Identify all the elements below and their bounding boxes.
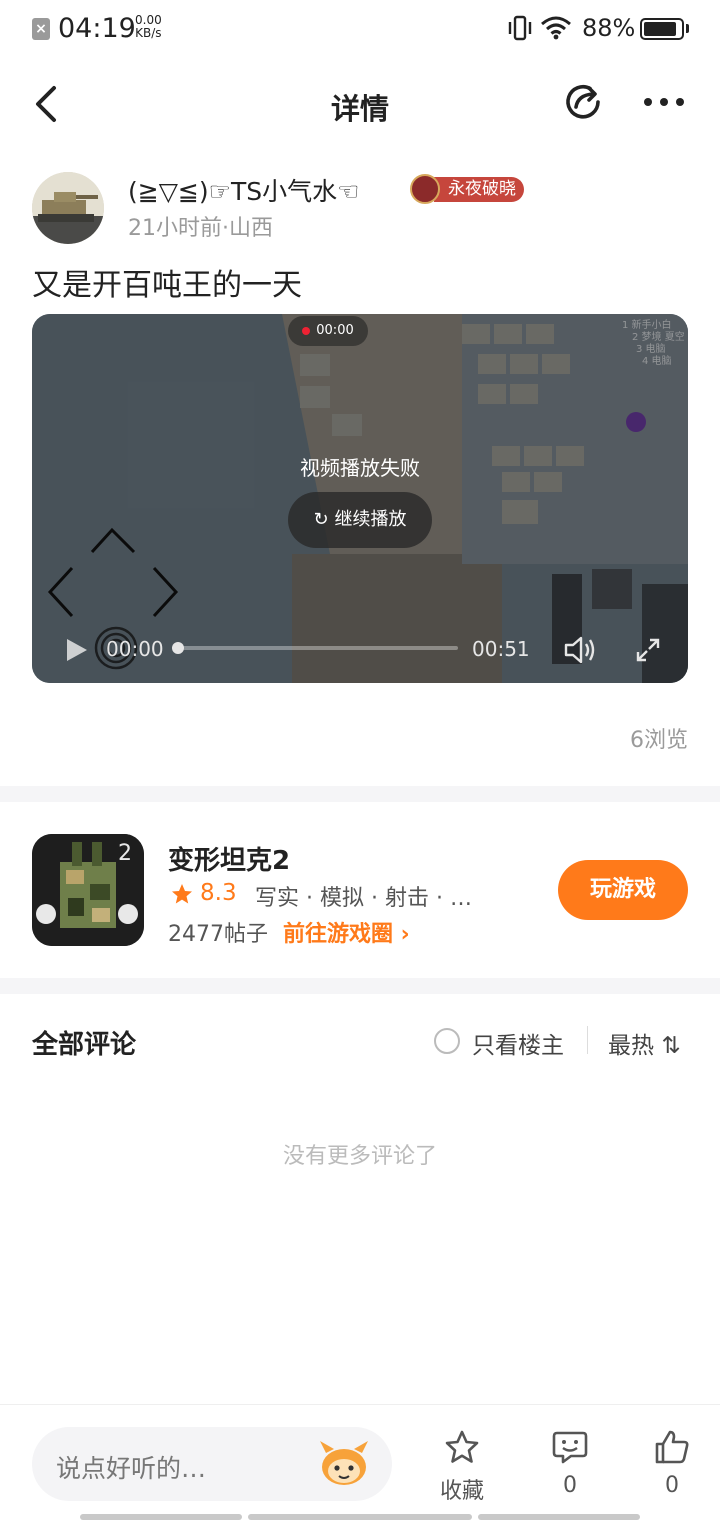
game-name[interactable]: 变形坦克2	[168, 840, 290, 877]
bottom-action-bar: 说点好听的… 收藏 0 0	[0, 1404, 720, 1520]
video-current-time: 00:00	[106, 637, 164, 661]
play-game-button[interactable]: 玩游戏	[558, 860, 688, 920]
battery-tip	[686, 24, 689, 33]
badge-label: 永夜破晓	[434, 177, 524, 202]
comment-count: 0	[563, 1473, 577, 1498]
battery-percent: 88%	[582, 14, 636, 42]
vibrate-icon	[508, 15, 532, 41]
tank-avatar-image	[32, 172, 104, 244]
video-player[interactable]: 1 新手小白 2 梦境 夏空 3 电脑 4 电脑 00:00 视频播放失败 ↻ 继…	[32, 314, 688, 683]
sort-label: 最热	[608, 1033, 654, 1059]
go-to-game-circle-link[interactable]: 前往游戏圈 ›	[283, 916, 410, 948]
retry-play-button[interactable]: ↻ 继续播放	[288, 492, 432, 548]
thumbs-up-icon	[655, 1430, 689, 1464]
avatar[interactable]	[32, 172, 104, 244]
comments-title: 全部评论	[32, 1030, 137, 1060]
comment-bubble-icon	[552, 1431, 588, 1464]
post-meta: 21小时前·山西	[128, 216, 273, 241]
svg-text:2: 2	[118, 841, 132, 866]
record-dot-icon	[302, 326, 311, 335]
system-nav-indicator	[248, 1514, 472, 1520]
game-tags: 写实 · 模拟 · 射击 · …	[255, 886, 472, 911]
network-speed-unit: KB/s	[135, 26, 162, 40]
sort-icon: ⇅	[661, 1033, 681, 1059]
video-error-message: 视频播放失败	[300, 456, 420, 480]
game-link-label: 前往游戏圈	[283, 922, 394, 947]
video-total-time: 00:51	[472, 637, 530, 661]
status-bar: × 04:19 0.00 KB/s 88%	[0, 0, 720, 60]
video-progress-knob[interactable]	[172, 642, 184, 654]
retry-play-label: 继续播放	[334, 509, 407, 530]
author-name[interactable]: (≧▽≦)☞TS小气水☜	[128, 172, 360, 208]
fullscreen-icon[interactable]	[634, 636, 662, 664]
recording-indicator: 00:00	[288, 316, 368, 346]
retry-icon: ↻	[313, 509, 329, 530]
filter-separator	[587, 1026, 588, 1054]
game-post-count: 2477帖子	[168, 922, 268, 947]
network-speed: 0.00 KB/s	[135, 14, 162, 40]
game-rating: 8.3	[200, 880, 237, 906]
navigation-bar: 详情	[0, 60, 720, 150]
favorite-label: 收藏	[439, 1479, 484, 1504]
system-nav-indicator	[478, 1514, 640, 1520]
post-title: 又是开百吨王的一天	[32, 268, 302, 303]
star-outline-icon	[445, 1430, 479, 1463]
battery-fill	[644, 22, 676, 36]
no-more-comments: 没有更多评论了	[282, 1144, 437, 1169]
game-icon[interactable]: 2	[32, 834, 144, 946]
video-progress-track[interactable]	[178, 646, 458, 650]
volume-icon[interactable]	[562, 634, 596, 666]
notification-icon: ×	[32, 18, 50, 40]
game-icon-image: 2	[32, 834, 144, 946]
badge-avatar-icon	[410, 174, 440, 204]
only-op-radio[interactable]	[434, 1028, 460, 1054]
like-count: 0	[665, 1473, 679, 1498]
like-button[interactable]: 0	[632, 1429, 712, 1498]
comment-input[interactable]: 说点好听的…	[32, 1427, 392, 1501]
favorite-button[interactable]: 收藏	[422, 1429, 502, 1505]
status-time: 04:19	[58, 13, 136, 44]
section-divider	[0, 786, 720, 802]
recording-time: 00:00	[316, 323, 354, 338]
only-op-label[interactable]: 只看楼主	[472, 1026, 564, 1060]
mascot-icon[interactable]	[316, 1437, 372, 1489]
star-icon	[172, 884, 192, 904]
play-icon[interactable]	[62, 636, 90, 664]
page-title: 详情	[330, 92, 389, 126]
more-icon[interactable]	[640, 82, 688, 122]
comment-button[interactable]: 0	[530, 1429, 610, 1498]
section-divider	[0, 978, 720, 994]
view-count: 6浏览	[630, 728, 688, 753]
battery-icon	[640, 18, 684, 40]
wifi-icon	[541, 16, 571, 40]
system-nav-indicator	[80, 1514, 242, 1520]
chevron-right-icon: ›	[393, 922, 410, 947]
comment-placeholder: 说点好听的…	[56, 1454, 207, 1483]
share-icon[interactable]	[562, 80, 606, 124]
sort-selector[interactable]: 最热 ⇅	[608, 1026, 681, 1060]
